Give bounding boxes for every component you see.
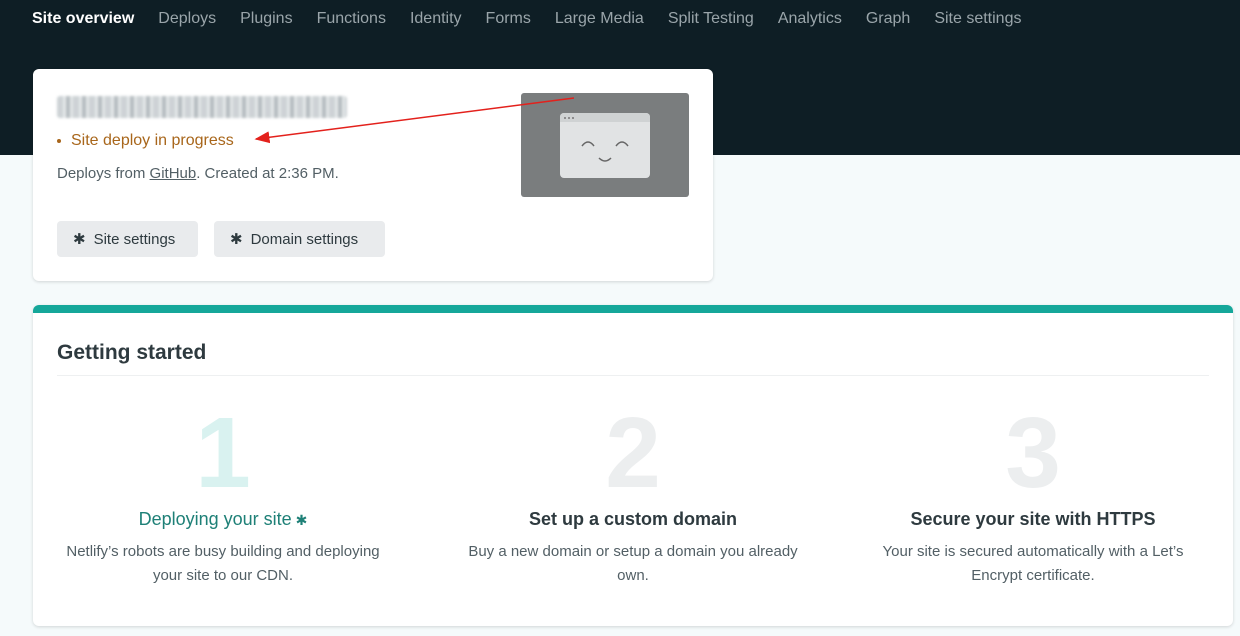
step-number: 2 [605, 397, 661, 509]
site-name-blurred [57, 96, 347, 118]
step-number: 3 [1005, 397, 1061, 509]
tab-site-overview[interactable]: Site overview [32, 10, 134, 28]
gear-icon: ✱ [295, 512, 308, 528]
deploy-meta: Deploys from GitHub. Created at 2:36 PM. [57, 165, 339, 182]
site-preview-thumbnail[interactable] [521, 93, 689, 197]
tab-graph[interactable]: Graph [866, 10, 910, 28]
browser-smiley-icon [560, 113, 650, 178]
deploys-from-text: Deploys from [57, 165, 150, 182]
step-title-text: Deploying your site [138, 509, 292, 529]
divider [57, 375, 1209, 376]
deploy-status-text: Site deploy in progress [71, 132, 234, 149]
gear-icon: ✱ [73, 231, 86, 248]
getting-started-title: Getting started [57, 341, 207, 364]
deploy-status: Site deploy in progress [57, 132, 234, 150]
created-at-text: . Created at 2:36 PM. [196, 165, 339, 182]
status-dot-icon [57, 139, 61, 143]
step-number: 1 [195, 397, 251, 509]
step-https: 3 Secure your site with HTTPS Your site … [843, 403, 1223, 588]
step-deploying: 1 Deploying your site ✱ Netlify’s robots … [33, 403, 413, 588]
step-description: Buy a new domain or setup a domain you a… [468, 543, 798, 584]
step-title-https[interactable]: Secure your site with HTTPS [843, 509, 1223, 530]
domain-settings-button[interactable]: ✱ Domain settings [214, 221, 385, 257]
step-title-custom-domain[interactable]: Set up a custom domain [443, 509, 823, 530]
domain-settings-label: Domain settings [250, 230, 359, 248]
tab-deploys[interactable]: Deploys [158, 10, 216, 28]
tab-split-testing[interactable]: Split Testing [668, 10, 754, 28]
gear-icon: ✱ [230, 231, 243, 248]
step-description: Your site is secured automatically with … [882, 543, 1184, 584]
tab-large-media[interactable]: Large Media [555, 10, 644, 28]
tab-plugins[interactable]: Plugins [240, 10, 292, 28]
tab-analytics[interactable]: Analytics [778, 10, 842, 28]
tab-identity[interactable]: Identity [410, 10, 462, 28]
tab-functions[interactable]: Functions [317, 10, 386, 28]
step-title-deploying[interactable]: Deploying your site ✱ [33, 509, 413, 530]
github-link[interactable]: GitHub [150, 165, 197, 182]
tab-site-settings[interactable]: Site settings [934, 10, 1021, 28]
tab-forms[interactable]: Forms [486, 10, 531, 28]
step-custom-domain: 2 Set up a custom domain Buy a new domai… [443, 403, 823, 588]
site-settings-button[interactable]: ✱ Site settings [57, 221, 198, 257]
getting-started-card: Getting started 1 Deploying your site ✱ N… [33, 305, 1233, 626]
site-overview-card: Site deploy in progress Deploys from Git… [33, 69, 713, 281]
site-settings-label: Site settings [93, 230, 176, 248]
site-nav: Site overview Deploys Plugins Functions … [32, 0, 1045, 38]
step-description: Netlify’s robots are busy building and d… [66, 543, 380, 584]
